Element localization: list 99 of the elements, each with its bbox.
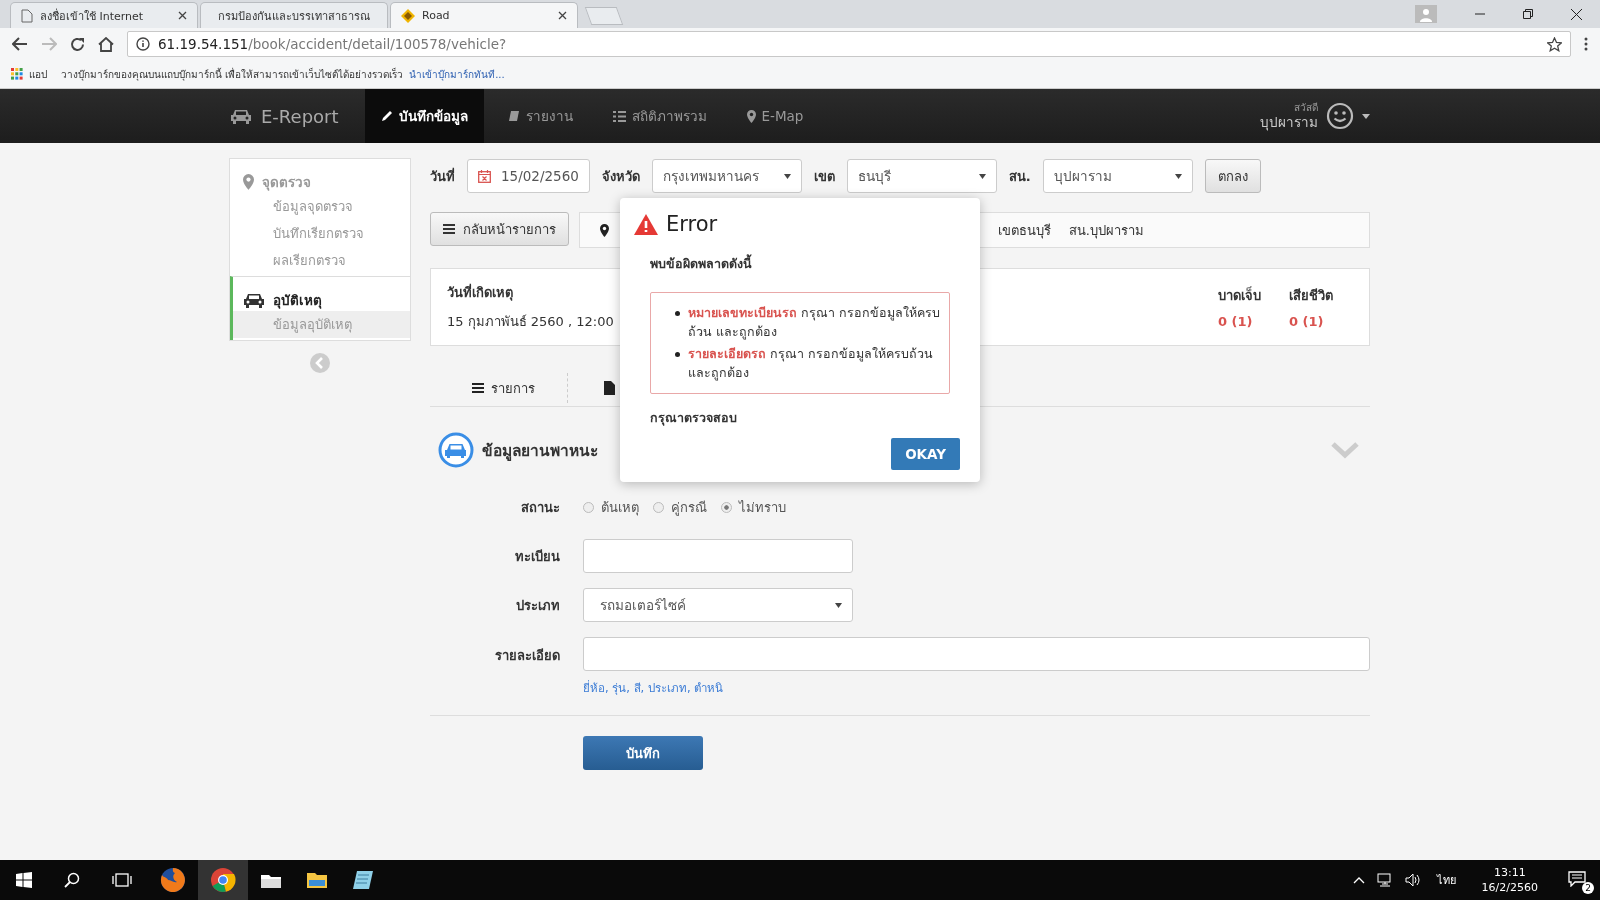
message-icon xyxy=(1568,870,1586,887)
field-label: ประเภท xyxy=(515,596,560,615)
date-field[interactable]: 15/02/2560 xyxy=(467,159,590,193)
reload-icon[interactable] xyxy=(70,36,85,52)
plate-input[interactable] xyxy=(583,539,853,573)
field-label: รายละเอียด xyxy=(494,647,560,665)
chevron-up-icon[interactable] xyxy=(1352,876,1365,884)
radio-icon[interactable] xyxy=(721,501,732,513)
field-label: ทะเบียน xyxy=(514,547,560,566)
url-text: 61.19.54.151/book/accident/detail/100578/vehicle? xyxy=(158,36,507,52)
caret-icon xyxy=(783,173,791,179)
chrome-icon[interactable] xyxy=(198,860,248,900)
road-sign-icon xyxy=(401,8,415,23)
field-label: สถานะ xyxy=(520,498,560,517)
notification-count: 2 xyxy=(1582,881,1594,894)
date-label: วันที่เกิดเหตุ xyxy=(447,282,514,303)
error-message: รายละเอียดรถ กรุณา กรอกข้อมูลให้ครบถ้วน และถูกต้อง xyxy=(688,344,934,383)
nav-item[interactable]: E-Map xyxy=(730,89,820,143)
close-icon[interactable] xyxy=(178,11,187,20)
dialog-title: Error xyxy=(666,212,718,236)
restore-icon[interactable] xyxy=(1523,9,1533,19)
list-tab[interactable]: รายการ xyxy=(472,373,568,403)
help-text: ยี่ห้อ, รุ่น, สี, ประเภท, ตำหนิ xyxy=(583,679,725,697)
import-bookmarks-link[interactable]: นำเข้าบุ๊กมาร์กทันที... xyxy=(409,66,505,82)
car-icon xyxy=(438,432,474,468)
network-icon[interactable] xyxy=(1376,873,1393,887)
radio-option[interactable]: ไม่ทราบ xyxy=(721,496,786,518)
pin-icon xyxy=(600,223,609,237)
caret-icon[interactable] xyxy=(1362,113,1370,119)
filter-label: วันที่ xyxy=(430,166,455,186)
address-bar[interactable]: 61.19.54.151/book/accident/detail/100578/vehicle? xyxy=(127,31,1571,57)
calendar-icon xyxy=(478,169,491,183)
smiley-icon[interactable] xyxy=(1326,102,1354,130)
dialog-footer: กรุณาตรวจสอบ xyxy=(650,407,950,428)
pin-icon xyxy=(746,109,756,123)
filter-label: เขต xyxy=(813,167,835,186)
browser-tab[interactable]: ลงชื่อเข้าใช้ Internet xyxy=(10,2,198,28)
location-text: สน.บุปผาราม xyxy=(1068,221,1144,241)
menu-icon[interactable] xyxy=(1584,37,1588,51)
nav-item[interactable]: สถิติภาพรวม xyxy=(596,89,723,143)
caret-icon xyxy=(1174,173,1182,179)
type-select[interactable]: รถมอเตอร์ไซค์ xyxy=(583,588,853,622)
menu-icon xyxy=(443,224,455,234)
warning-icon xyxy=(634,213,658,235)
filter-label: สน. xyxy=(1008,167,1031,186)
caret-icon xyxy=(835,602,842,608)
close-icon[interactable] xyxy=(1571,8,1582,20)
browser-tab[interactable]: กรมป้องกันและบรรเทาสาธารณ xyxy=(200,2,388,28)
car-icon xyxy=(243,292,265,308)
bullet-icon xyxy=(675,311,680,316)
clock[interactable]: 13:11 16/2/2560 xyxy=(1481,864,1538,896)
stat-label: เสียชีวิต xyxy=(1289,287,1333,305)
close-icon[interactable] xyxy=(558,11,567,20)
user-name: บุปผาราม xyxy=(1260,113,1318,131)
star-icon[interactable] xyxy=(1547,36,1562,52)
okay-button[interactable]: OKAY xyxy=(891,437,960,470)
nav-item[interactable]: บันทึกข้อมูล xyxy=(364,89,484,143)
filter-select[interactable]: บุปผาราม xyxy=(1042,159,1193,193)
list-icon xyxy=(612,110,626,122)
location-text: เขตธนบุรี xyxy=(997,221,1051,241)
filter-select[interactable]: ธนบุรี xyxy=(846,159,997,193)
stat-value: 0 (1) xyxy=(1218,314,1254,329)
menu-icon xyxy=(472,383,484,393)
error-message: หมายเลขทะเบียนรถ กรุณา กรอกข้อมูลให้ครบถ้วน และถูกต้อง xyxy=(688,304,941,342)
sidebar-heading[interactable]: อุบัติเหตุ xyxy=(233,289,410,311)
caret-icon xyxy=(978,173,986,179)
car-icon xyxy=(230,108,252,124)
back-icon[interactable] xyxy=(12,37,28,51)
page-icon xyxy=(21,8,33,23)
info-icon xyxy=(136,37,150,51)
radio-icon[interactable] xyxy=(583,501,594,513)
radio-option[interactable]: คู่กรณี xyxy=(653,496,707,518)
filter-label: จังหวัด xyxy=(601,167,640,186)
brand-link[interactable]: E-Report xyxy=(230,105,357,127)
radio-option[interactable]: ต้นเหตุ xyxy=(583,496,639,518)
browser-tab[interactable]: Road xyxy=(390,2,578,28)
back-button[interactable]: กลับหน้ารายการ xyxy=(430,212,569,246)
speaker-icon[interactable] xyxy=(1404,873,1421,887)
section-title: ข้อมูลยานพาหนะ xyxy=(482,440,598,463)
stat-label: บาดเจ็บ xyxy=(1218,285,1261,305)
radio-icon[interactable] xyxy=(653,501,664,513)
dialog-intro: พบข้อผิดพลาดดังนี้ xyxy=(650,254,753,273)
apps-link[interactable]: แอป xyxy=(29,66,47,82)
bookmarks-hint: วางบุ๊กมาร์กของคุณบนแถบบุ๊กมาร์กนี้ เพื่อให้สามารถเข้าเว็บไซต์ได้อย่างรวดเร็ว xyxy=(61,66,404,82)
greeting-text: สวัสดี xyxy=(1294,101,1318,114)
file-icon xyxy=(604,381,615,395)
pencil-icon xyxy=(380,110,393,122)
save-button[interactable]: บันทึก xyxy=(583,736,703,770)
apps-icon[interactable] xyxy=(11,68,23,80)
language-indicator[interactable]: ไทย xyxy=(1436,871,1456,889)
home-icon[interactable] xyxy=(98,36,114,52)
date-value: 15 กุมภาพันธ์ 2560 , 12:00 xyxy=(447,313,614,332)
nav-item[interactable]: รายงาน xyxy=(491,89,589,143)
stat-value: 0 (1) xyxy=(1289,314,1325,329)
pin-icon xyxy=(243,174,254,190)
submit-button[interactable]: ตกลง xyxy=(1204,159,1261,193)
bullet-icon xyxy=(675,351,680,357)
detail-input[interactable] xyxy=(583,637,1370,671)
filter-select[interactable]: กรุงเทพมหานคร xyxy=(651,159,802,193)
